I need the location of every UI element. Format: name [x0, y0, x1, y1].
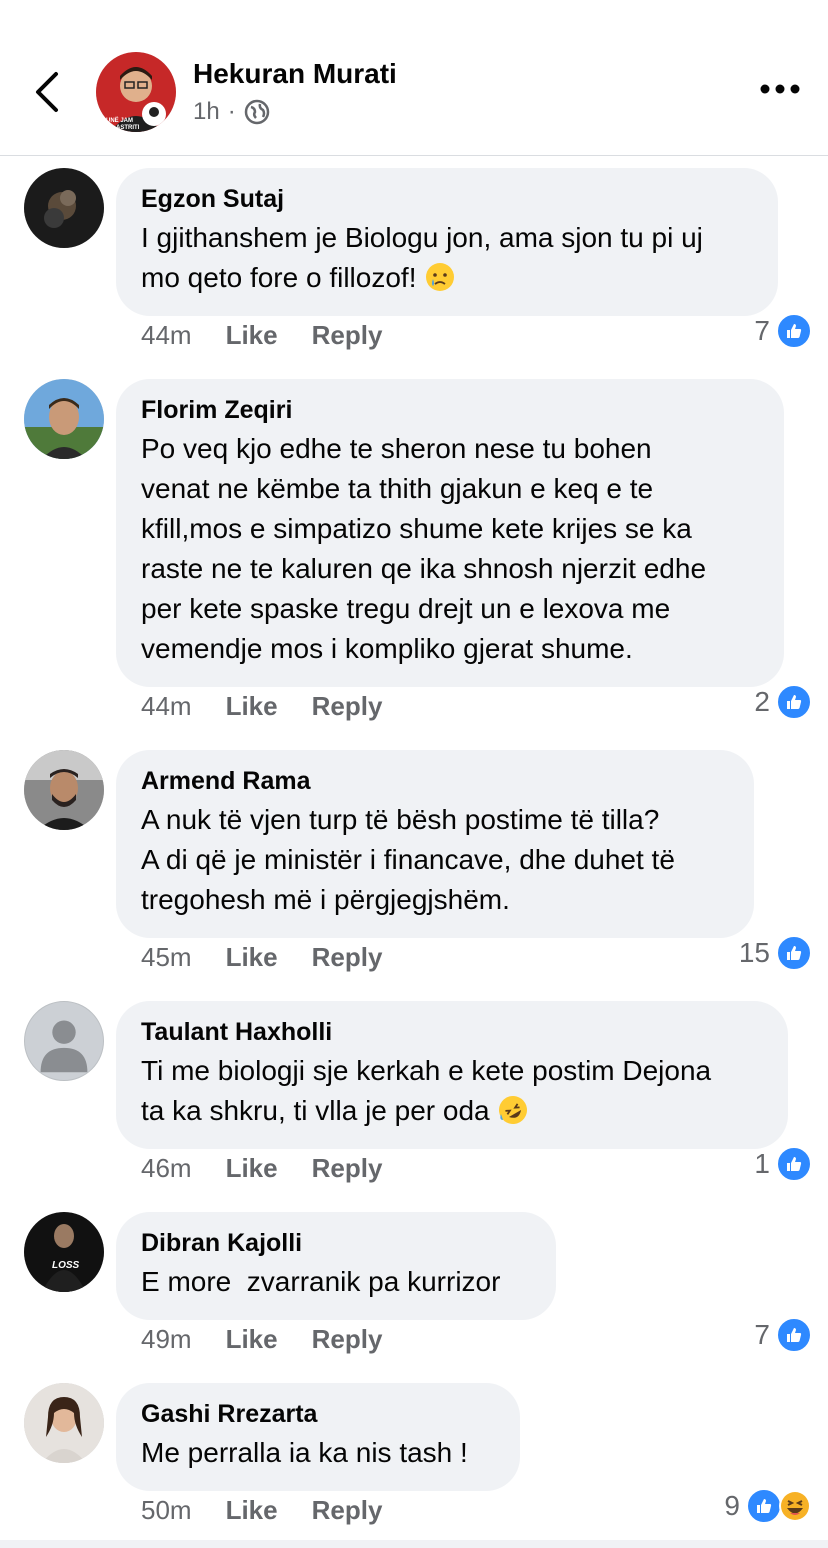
reaction-summary[interactable]: 2	[754, 684, 812, 720]
commenter-avatar[interactable]	[24, 1383, 104, 1463]
comment-bubble[interactable]: Dibran Kajolli E more zvarranik pa kurri…	[116, 1212, 556, 1320]
post-header: UNË JAM ASTRITI Hekuran Murati 1h ·	[0, 0, 828, 156]
bottom-divider	[0, 1540, 828, 1548]
commenter-avatar[interactable]: LOSS	[24, 1212, 104, 1292]
avatar-shirt-text: LOSS	[52, 1260, 80, 1271]
reply-button[interactable]: Reply	[312, 1324, 383, 1355]
haha-reaction-icon	[779, 1490, 811, 1522]
reaction-summary[interactable]: 7	[754, 313, 812, 349]
rolling-laughing-face-icon	[499, 1096, 528, 1124]
thumbs-up-icon	[776, 684, 812, 720]
like-button[interactable]: Like	[226, 691, 278, 722]
reaction-count: 2	[754, 686, 770, 717]
crying-face-icon	[426, 263, 455, 291]
comment-author[interactable]: Egzon Sutaj	[141, 184, 754, 214]
commenter-avatar[interactable]	[24, 750, 104, 830]
comment-text: Ti me biologji sje kerkah e kete postim …	[141, 1051, 764, 1131]
post-time[interactable]: 1h	[193, 98, 220, 126]
comment-author[interactable]: Gashi Rrezarta	[141, 1399, 496, 1429]
comment-actions: 44m Like Reply	[141, 691, 382, 722]
comment-bubble[interactable]: Gashi Rrezarta Me perralla ia ka nis tas…	[116, 1383, 520, 1491]
reply-button[interactable]: Reply	[312, 320, 383, 351]
comment-author[interactable]: Florim Zeqiri	[141, 395, 760, 425]
comment-time[interactable]: 50m	[141, 1495, 192, 1526]
thumbs-up-icon	[776, 1317, 812, 1353]
post-meta: 1h ·	[193, 98, 270, 126]
reaction-count: 1	[754, 1148, 770, 1179]
commenter-avatar[interactable]	[24, 379, 104, 459]
comment-actions: 45m Like Reply	[141, 942, 382, 973]
reaction-count: 7	[754, 1319, 770, 1350]
comment-actions: 46m Like Reply	[141, 1153, 382, 1184]
reaction-count: 9	[724, 1490, 740, 1521]
comment-author[interactable]: Dibran Kajolli	[141, 1228, 532, 1258]
reaction-summary[interactable]: 15	[739, 935, 812, 971]
comment-bubble[interactable]: Taulant Haxholli Ti me biologji sje kerk…	[116, 1001, 788, 1149]
reply-button[interactable]: Reply	[312, 1153, 383, 1184]
thumbs-up-icon	[776, 313, 812, 349]
default-avatar[interactable]	[24, 1001, 104, 1081]
comment-author[interactable]: Armend Rama	[141, 766, 730, 796]
reply-button[interactable]: Reply	[312, 1495, 383, 1526]
meta-separator: ·	[227, 98, 236, 125]
like-button[interactable]: Like	[226, 320, 278, 351]
comment-text: Po veq kjo edhe te sheron nese tu bohen …	[141, 433, 707, 664]
globe-icon	[244, 99, 269, 125]
reply-button[interactable]: Reply	[312, 691, 383, 722]
back-arrow-icon[interactable]	[28, 68, 68, 116]
like-button[interactable]: Like	[226, 1153, 278, 1184]
comment-time[interactable]: 46m	[141, 1153, 192, 1184]
comment-bubble[interactable]: Egzon Sutaj I gjithanshem je Biologu jon…	[116, 168, 778, 316]
thumbs-up-icon	[746, 1488, 782, 1524]
comment-time[interactable]: 44m	[141, 691, 192, 722]
comment-actions: 49m Like Reply	[141, 1324, 382, 1355]
reply-button[interactable]: Reply	[312, 942, 383, 973]
svg-text:ASTRITI: ASTRITI	[116, 125, 140, 131]
like-button[interactable]: Like	[226, 1324, 278, 1355]
thumbs-up-icon	[776, 1146, 812, 1182]
comment-actions: 50m Like Reply	[141, 1495, 382, 1526]
comment-text: A nuk të vjen turp të bësh postime të ti…	[141, 804, 675, 915]
comment-text: I gjithanshem je Biologu jon, ama sjon t…	[141, 222, 703, 293]
reaction-count: 7	[754, 315, 770, 346]
reaction-summary[interactable]: 9	[724, 1488, 812, 1524]
comment-text: E more zvarranik pa kurrizor	[141, 1266, 501, 1297]
reaction-count: 15	[738, 937, 770, 968]
comment-actions: 44m Like Reply	[141, 320, 382, 351]
comment-author[interactable]: Taulant Haxholli	[141, 1017, 764, 1047]
author-avatar[interactable]: UNË JAM ASTRITI	[96, 52, 176, 132]
comment-time[interactable]: 45m	[141, 942, 192, 973]
like-button[interactable]: Like	[226, 1495, 278, 1526]
commenter-avatar[interactable]	[24, 168, 104, 248]
author-name[interactable]: Hekuran Murati	[193, 58, 397, 90]
reaction-summary[interactable]: 1	[754, 1146, 812, 1182]
comment-time[interactable]: 49m	[141, 1324, 192, 1355]
reaction-summary[interactable]: 7	[754, 1317, 812, 1353]
comment-bubble[interactable]: Florim Zeqiri Po veq kjo edhe te sheron …	[116, 379, 784, 687]
svg-text:UNË JAM: UNË JAM	[106, 117, 133, 124]
comment-bubble[interactable]: Armend Rama A nuk të vjen turp të bësh p…	[116, 750, 754, 938]
comment-time[interactable]: 44m	[141, 320, 192, 351]
like-button[interactable]: Like	[226, 942, 278, 973]
comment-text: Me perralla ia ka nis tash !	[141, 1437, 468, 1468]
thumbs-up-icon	[776, 935, 812, 971]
more-options-icon[interactable]	[758, 74, 802, 104]
